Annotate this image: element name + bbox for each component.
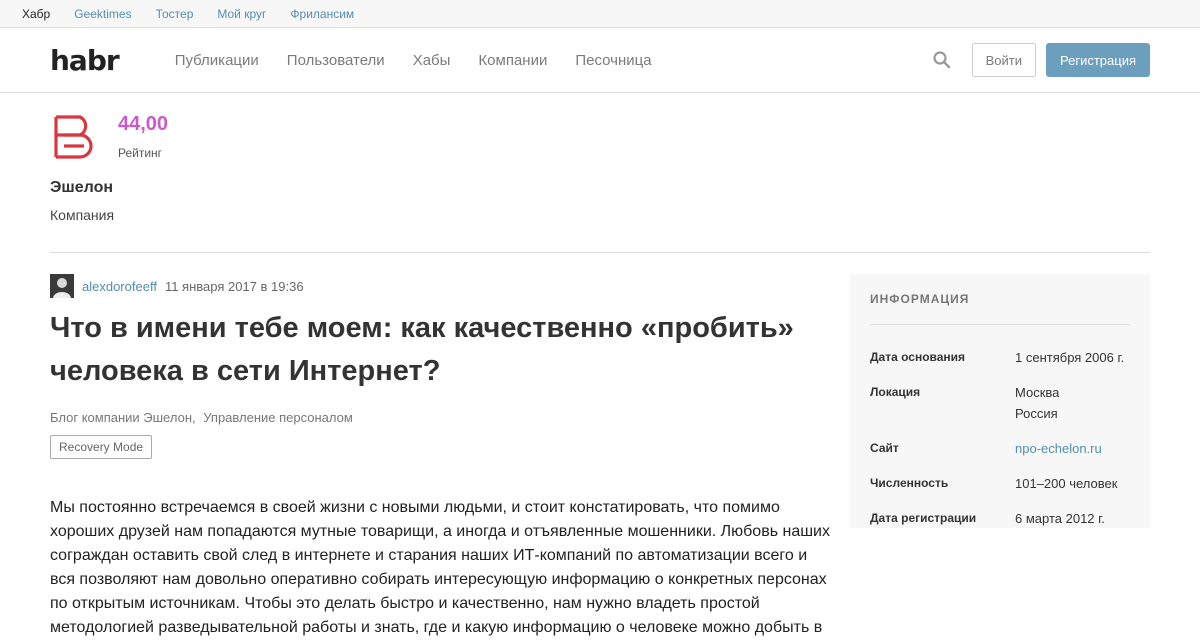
service-link-moikrug[interactable]: Мой круг bbox=[217, 7, 266, 21]
service-link-freelansim[interactable]: Фрилансим bbox=[290, 7, 354, 21]
nav-publications[interactable]: Публикации bbox=[175, 52, 259, 69]
main-nav: Публикации Пользователи Хабы Компании Пе… bbox=[175, 52, 652, 69]
company-header: 44,00 Рейтинг Эшелон Компания bbox=[0, 93, 1200, 253]
nav-sandbox[interactable]: Песочница bbox=[575, 52, 651, 69]
service-link-geektimes[interactable]: Geektimes bbox=[74, 7, 131, 21]
info-row-location: Локация Москва Россия bbox=[870, 382, 1130, 424]
divider bbox=[50, 252, 1150, 253]
service-link-toster[interactable]: Тостер bbox=[156, 7, 194, 21]
post-title[interactable]: Что в имени тебе моем: как качественно «… bbox=[50, 307, 835, 393]
company-rating: 44,00 Рейтинг bbox=[118, 113, 168, 160]
company-info-panel: ИНФОРМАЦИЯ Дата основания 1 сентября 200… bbox=[850, 274, 1150, 528]
info-divider bbox=[870, 324, 1130, 325]
author-link[interactable]: alexdorofeeff bbox=[82, 279, 157, 294]
info-value: Москва Россия bbox=[1015, 385, 1060, 421]
rating-label: Рейтинг bbox=[118, 146, 163, 160]
habr-logo[interactable]: habr bbox=[50, 44, 120, 77]
article: alexdorofeeff 11 января 2017 в 19:36 Что… bbox=[50, 273, 835, 640]
rating-value: 44,00 bbox=[118, 113, 169, 135]
info-row-site: Сайт npo-echelon.ru bbox=[870, 438, 1130, 459]
info-row-founded: Дата основания 1 сентября 2006 г. bbox=[870, 347, 1130, 368]
echelon-logo[interactable] bbox=[50, 113, 98, 161]
info-key: Численность bbox=[870, 476, 949, 490]
login-button[interactable]: Войти bbox=[971, 43, 1036, 77]
info-row-registered: Дата регистрации 6 марта 2012 г. bbox=[870, 508, 1130, 529]
register-button[interactable]: Регистрация bbox=[1046, 43, 1150, 77]
info-title: ИНФОРМАЦИЯ bbox=[870, 292, 970, 306]
main-header: habr Публикации Пользователи Хабы Компан… bbox=[0, 28, 1200, 93]
nav-hubs[interactable]: Хабы bbox=[413, 52, 451, 69]
post-body: Мы постоянно встречаемся в своей жизни с… bbox=[50, 499, 830, 636]
info-value: 1 сентября 2006 г. bbox=[1015, 350, 1125, 365]
search-icon[interactable] bbox=[932, 50, 952, 70]
hub-link-hr[interactable]: Управление персоналом bbox=[203, 410, 353, 425]
service-link-habr[interactable]: Хабр bbox=[22, 7, 50, 21]
site-link[interactable]: npo-echelon.ru bbox=[1015, 438, 1102, 459]
author-avatar[interactable] bbox=[50, 274, 74, 298]
company-type: Компания bbox=[50, 207, 115, 223]
info-key: Локация bbox=[870, 385, 921, 399]
nav-companies[interactable]: Компании bbox=[478, 52, 547, 69]
service-bar: Хабр Geektimes Тостер Мой круг Фрилансим bbox=[0, 0, 1200, 28]
header-actions: Войти Регистрация bbox=[932, 43, 1150, 77]
post-hubs: Блог компании Эшелон, Управление персона… bbox=[50, 410, 835, 425]
nav-users[interactable]: Пользователи bbox=[287, 52, 385, 69]
info-key: Сайт bbox=[870, 441, 899, 455]
flow-tag[interactable]: Recovery Mode bbox=[50, 435, 153, 459]
info-value: 6 марта 2012 г. bbox=[1015, 511, 1105, 526]
post-date: 11 января 2017 в 19:36 bbox=[164, 278, 304, 294]
info-key: Дата регистрации bbox=[870, 511, 977, 525]
user-icon bbox=[50, 274, 74, 298]
info-value: 101–200 человек bbox=[1015, 476, 1118, 491]
hub-link-company-blog[interactable]: Блог компании Эшелон, bbox=[50, 410, 196, 425]
info-row-size: Численность 101–200 человек bbox=[870, 473, 1130, 494]
post-meta: alexdorofeeff 11 января 2017 в 19:36 bbox=[50, 273, 835, 299]
info-key: Дата основания bbox=[870, 350, 966, 364]
company-name[interactable]: Эшелон bbox=[50, 179, 113, 197]
